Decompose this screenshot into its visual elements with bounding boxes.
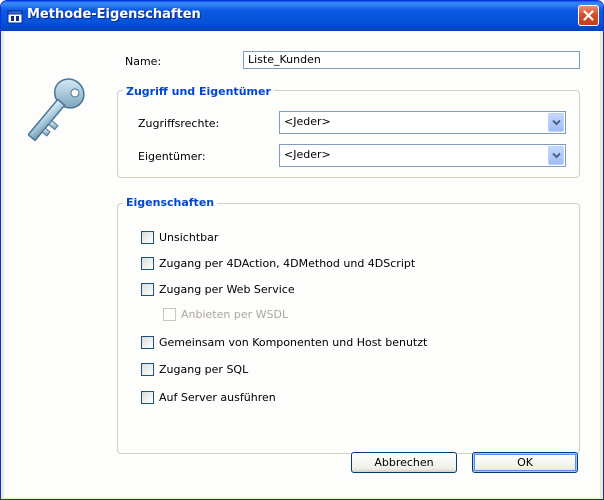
checkbox-4daction-access[interactable]: Zugang per 4DAction, 4DMethod und 4DScri… (141, 256, 415, 270)
access-rights-label: Zugriffsrechte: (138, 117, 220, 130)
checkbox-label: Zugang per 4DAction, 4DMethod und 4DScri… (159, 256, 416, 270)
checkbox-label: Auf Server ausführen (159, 390, 276, 404)
checkbox-box[interactable] (141, 230, 154, 244)
window-title: Methode-Eigenschaften (27, 7, 201, 22)
owner-dropdown-button[interactable] (548, 146, 564, 165)
close-icon (583, 10, 594, 21)
name-input[interactable]: Liste_Kunden (243, 51, 580, 69)
checkbox-label: Unsichtbar (159, 230, 219, 244)
properties-group-title: Eigenschaften (123, 196, 218, 209)
chevron-down-icon (551, 119, 561, 126)
checkbox-box[interactable] (141, 362, 154, 376)
access-rights-select[interactable]: <Jeder> (279, 111, 566, 134)
checkbox-web-service-access[interactable]: Zugang per Web Service (141, 282, 295, 296)
owner-select[interactable]: <Jeder> (279, 144, 566, 167)
checkbox-label: Gemeinsam von Komponenten und Host benut… (159, 335, 428, 349)
checkbox-label: Zugang per SQL (159, 362, 249, 376)
owner-value: <Jeder> (284, 148, 331, 161)
checkbox-shared-components-host[interactable]: Gemeinsam von Komponenten und Host benut… (141, 335, 427, 349)
name-label: Name: (125, 55, 162, 68)
checkbox-execute-on-server[interactable]: Auf Server ausführen (141, 390, 276, 404)
checkbox-offer-wsdl: Anbieten per WSDL (163, 307, 288, 321)
access-owner-group-title: Zugriff und Eigentümer (123, 85, 274, 98)
title-bar[interactable]: Methode-Eigenschaften (1, 1, 603, 31)
chevron-down-icon (551, 152, 561, 159)
checkbox-label: Anbieten per WSDL (181, 307, 289, 321)
checkbox-invisible[interactable]: Unsichtbar (141, 230, 218, 244)
checkbox-box[interactable] (141, 390, 154, 404)
dialog-window: Methode-Eigenschaften Name: Liste_Kunden… (0, 0, 604, 500)
dialog-content: Name: Liste_Kunden Zugriff und Eigentüme… (4, 31, 600, 498)
access-rights-dropdown-button[interactable] (548, 113, 564, 132)
close-button[interactable] (578, 5, 599, 26)
checkbox-sql-access[interactable]: Zugang per SQL (141, 362, 248, 376)
checkbox-box (163, 307, 176, 321)
cancel-button[interactable]: Abbrechen (351, 452, 457, 473)
checkbox-box[interactable] (141, 335, 154, 349)
checkbox-box[interactable] (141, 256, 154, 270)
checkbox-box[interactable] (141, 282, 154, 296)
ok-button[interactable]: OK (472, 452, 578, 473)
window-icon (7, 10, 23, 24)
key-icon (28, 78, 85, 142)
access-rights-value: <Jeder> (284, 115, 331, 128)
checkbox-label: Zugang per Web Service (159, 282, 295, 296)
owner-label: Eigentümer: (138, 150, 206, 163)
